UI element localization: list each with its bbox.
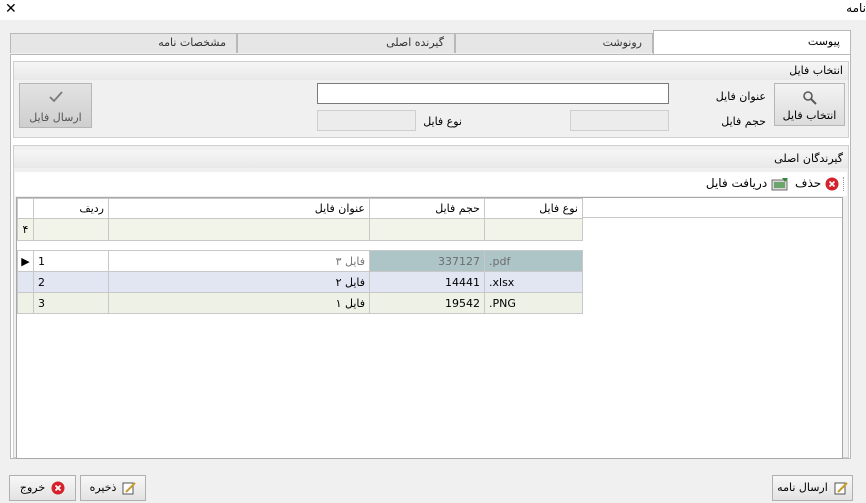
send-file-button[interactable]: ارسال فایل (19, 83, 92, 128)
tab-attachment[interactable]: پیوست (653, 30, 851, 54)
files-grid: ردیف عنوان فایل حجم فایل نوع فایل ۴ ▶ 1 … (16, 197, 843, 459)
file-size-label: حجم فایل (721, 115, 766, 128)
filter-row: ۴ (17, 218, 583, 241)
row-separator (17, 240, 583, 251)
edit-icon (122, 482, 137, 495)
row-indicator-header (17, 198, 34, 219)
delete-label: حذف (795, 176, 822, 190)
file-select-group: انتخاب فایل انتخاب فایل عنوان فایل حجم ف… (13, 61, 849, 138)
table-row[interactable]: ▶ 1 فایل ۳ 337127 .pdf (17, 250, 583, 272)
close-icon[interactable]: ✕ (5, 1, 17, 17)
tab-main-recipient[interactable]: گیرنده اصلی (237, 33, 455, 53)
cell-size[interactable]: 337127 (369, 250, 485, 272)
toolbar-grip (843, 177, 845, 191)
window-client: پیوست رونوشت گیرنده اصلی مشخصات نامه انت… (0, 20, 866, 503)
cell-size[interactable]: 19542 (369, 292, 485, 314)
cell-type[interactable]: .pdf (484, 250, 583, 272)
cell-row-number[interactable]: 1 (33, 250, 109, 272)
column-header-type[interactable]: نوع فایل (484, 198, 583, 219)
table-header-row: ردیف عنوان فایل حجم فایل نوع فایل (17, 198, 583, 219)
cell-row-number[interactable]: 2 (33, 271, 109, 293)
magnifier-icon (803, 91, 817, 105)
cell-title[interactable]: فایل ۳ (108, 250, 370, 272)
filter-cell[interactable] (484, 218, 583, 241)
row-indicator (17, 271, 34, 293)
cell-type[interactable]: .PNG (484, 292, 583, 314)
save-button[interactable]: ذخیره (80, 475, 146, 501)
save-label: ذخیره (89, 481, 117, 494)
table-row[interactable]: 3 فایل ۱ 19542 .PNG (17, 292, 583, 314)
column-header-title[interactable]: عنوان فایل (108, 198, 370, 219)
cell-title[interactable]: فایل ۲ (108, 271, 370, 293)
tab-cc[interactable]: رونوشت (455, 33, 653, 53)
table-row[interactable]: 2 فایل ۲ 14441 .xlsx (17, 271, 583, 293)
exit-label: خروج (19, 481, 46, 494)
filter-cell[interactable] (33, 218, 109, 241)
cell-type[interactable]: .xlsx (484, 271, 583, 293)
file-title-input[interactable] (317, 83, 669, 104)
cell-title[interactable]: فایل ۱ (108, 292, 370, 314)
files-group: گیرندگان اصلی حذف دریافت فایل ردیف عنوان… (13, 145, 849, 459)
filter-cell[interactable] (369, 218, 485, 241)
edit-icon (834, 482, 848, 495)
select-file-label: انتخاب فایل (782, 109, 837, 122)
group-header: گیرندگان اصلی (14, 150, 848, 168)
send-letter-label: ارسال نامه (777, 481, 828, 494)
tab-label: رونوشت (602, 36, 642, 49)
cancel-icon (51, 481, 65, 495)
cell-size[interactable]: 14441 (369, 271, 485, 293)
current-row-icon: ▶ (17, 250, 34, 272)
filter-row-icon: ۴ (17, 218, 34, 241)
title-bar: ✕ نامه (0, 0, 866, 20)
delete-icon (825, 177, 839, 190)
tab-label: گیرنده اصلی (386, 36, 444, 49)
filter-cell[interactable] (108, 218, 370, 241)
group-header: انتخاب فایل (14, 62, 848, 80)
tab-letter-details[interactable]: مشخصات نامه (10, 33, 237, 53)
tab-label: مشخصات نامه (158, 36, 226, 49)
column-header-row-number[interactable]: ردیف (33, 198, 109, 219)
cell-row-number[interactable]: 3 (33, 292, 109, 314)
window-title: نامه (846, 1, 866, 15)
download-label: دریافت فایل (705, 176, 768, 190)
file-title-label: عنوان فایل (715, 90, 766, 103)
download-file-button[interactable]: دریافت فایل (706, 176, 789, 191)
delete-button[interactable]: حذف (795, 176, 839, 191)
file-type-field (317, 110, 416, 131)
attachment-panel: انتخاب فایل انتخاب فایل عنوان فایل حجم ف… (10, 54, 851, 459)
files-table: ردیف عنوان فایل حجم فایل نوع فایل ۴ ▶ 1 … (17, 198, 583, 314)
header-filler (583, 198, 842, 218)
exit-button[interactable]: خروج (9, 475, 76, 501)
select-file-button[interactable]: انتخاب فایل (774, 83, 845, 126)
tab-label: پیوست (807, 35, 840, 48)
file-size-field (570, 110, 669, 131)
column-header-size[interactable]: حجم فایل (369, 198, 485, 219)
send-letter-button[interactable]: ارسال نامه (772, 475, 853, 501)
file-type-label: نوع فایل (423, 115, 462, 128)
send-file-label: ارسال فایل (29, 111, 82, 124)
checkmark-icon (49, 91, 63, 103)
download-icon (771, 177, 788, 190)
grid-toolbar: حذف دریافت فایل (15, 172, 847, 196)
row-indicator (17, 292, 34, 314)
